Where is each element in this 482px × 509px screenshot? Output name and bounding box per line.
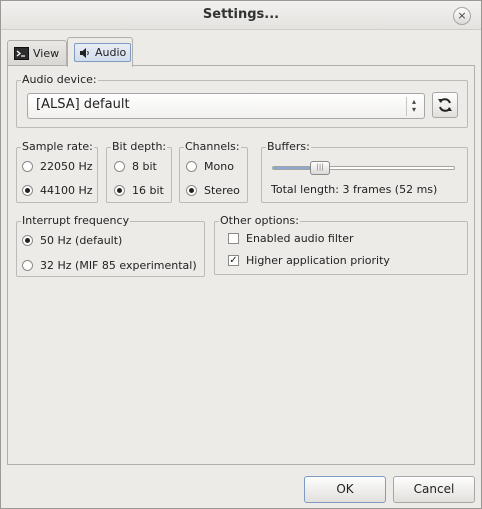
channels-legend: Channels:	[184, 140, 241, 153]
sample-rate-legend: Sample rate:	[21, 140, 94, 153]
audio-device-group: Audio device: [ALSA] default ▴ ▾	[16, 73, 468, 128]
channels-mono-label: Mono	[204, 160, 234, 173]
audio-filter-label: Enabled audio filter	[246, 232, 354, 245]
radio-button-selected[interactable]	[22, 235, 33, 246]
close-button[interactable]: ×	[453, 7, 471, 25]
buffers-group: Buffers: ||| Total length: 3 frames (52 …	[261, 140, 468, 203]
audio-settings-panel: Audio device: [ALSA] default ▴ ▾ Sample r…	[7, 65, 475, 465]
interrupt-32hz-option[interactable]: 32 Hz (MIF 85 experimental)	[22, 259, 197, 272]
bit-depth-8-option[interactable]: 8 bit	[114, 160, 157, 173]
sample-rate-22050-option[interactable]: 22050 Hz	[22, 160, 93, 173]
settings-dialog: Settings... × View Audio Audio device: […	[0, 0, 482, 509]
tab-audio[interactable]: Audio	[67, 37, 133, 67]
sample-rate-44100-label: 44100 Hz	[40, 184, 93, 197]
bit-depth-16-option[interactable]: 16 bit	[114, 184, 164, 197]
terminal-icon	[14, 47, 29, 60]
interrupt-50hz-option[interactable]: 50 Hz (default)	[22, 234, 122, 247]
radio-button-selected[interactable]	[22, 185, 33, 196]
interrupt-frequency-legend: Interrupt frequency	[21, 214, 131, 227]
refresh-icon	[438, 98, 452, 112]
higher-priority-label: Higher application priority	[246, 254, 390, 267]
tab-view[interactable]: View	[7, 40, 67, 66]
buffers-legend: Buffers:	[266, 140, 311, 153]
interrupt-50hz-label: 50 Hz (default)	[40, 234, 123, 247]
radio-button-selected[interactable]	[114, 185, 125, 196]
channels-mono-option[interactable]: Mono	[186, 160, 234, 173]
interrupt-frequency-group: Interrupt frequency 50 Hz (default) 32 H…	[16, 214, 205, 277]
channels-stereo-option[interactable]: Stereo	[186, 184, 240, 197]
audio-filter-checkbox[interactable]	[228, 233, 239, 244]
higher-priority-checkbox[interactable]: ✓	[228, 255, 239, 266]
sample-rate-44100-option[interactable]: 44100 Hz	[22, 184, 93, 197]
titlebar: Settings... ×	[1, 1, 481, 30]
other-options-legend: Other options:	[219, 214, 300, 227]
radio-button-selected[interactable]	[186, 185, 197, 196]
channels-group: Channels: Mono Stereo	[179, 140, 248, 203]
speaker-icon	[80, 47, 89, 58]
audio-device-legend: Audio device:	[21, 73, 98, 86]
cancel-button[interactable]: Cancel	[393, 476, 475, 503]
slider-handle[interactable]: |||	[310, 161, 331, 175]
tab-view-label: View	[33, 47, 60, 60]
radio-button[interactable]	[22, 161, 33, 172]
higher-priority-option[interactable]: ✓ Higher application priority	[228, 254, 390, 267]
channels-stereo-label: Stereo	[204, 184, 240, 197]
refresh-button[interactable]	[432, 92, 458, 118]
interrupt-32hz-label: 32 Hz (MIF 85 experimental)	[40, 259, 197, 272]
radio-button[interactable]	[186, 161, 197, 172]
bit-depth-8-label: 8 bit	[132, 160, 157, 173]
window-title: Settings...	[202, 7, 280, 22]
bit-depth-legend: Bit depth:	[111, 140, 168, 153]
audio-device-select[interactable]: [ALSA] default ▴ ▾	[27, 93, 425, 119]
tab-audio-label: Audio	[95, 46, 127, 59]
bit-depth-group: Bit depth: 8 bit 16 bit	[106, 140, 172, 203]
chevron-updown-icon: ▴ ▾	[406, 97, 421, 116]
sample-rate-group: Sample rate: 22050 Hz 44100 Hz	[16, 140, 98, 203]
audio-filter-option[interactable]: Enabled audio filter	[228, 232, 354, 245]
audio-device-value: [ALSA] default	[36, 97, 130, 112]
radio-button[interactable]	[114, 161, 125, 172]
ok-button[interactable]: OK	[304, 476, 386, 503]
sample-rate-22050-label: 22050 Hz	[40, 160, 93, 173]
buffers-total-length: Total length: 3 frames (52 ms)	[271, 183, 438, 196]
radio-button[interactable]	[22, 260, 33, 271]
other-options-group: Other options: Enabled audio filter ✓ Hi…	[214, 214, 468, 275]
bit-depth-16-label: 16 bit	[132, 184, 164, 197]
buffers-slider[interactable]: |||	[272, 161, 455, 175]
